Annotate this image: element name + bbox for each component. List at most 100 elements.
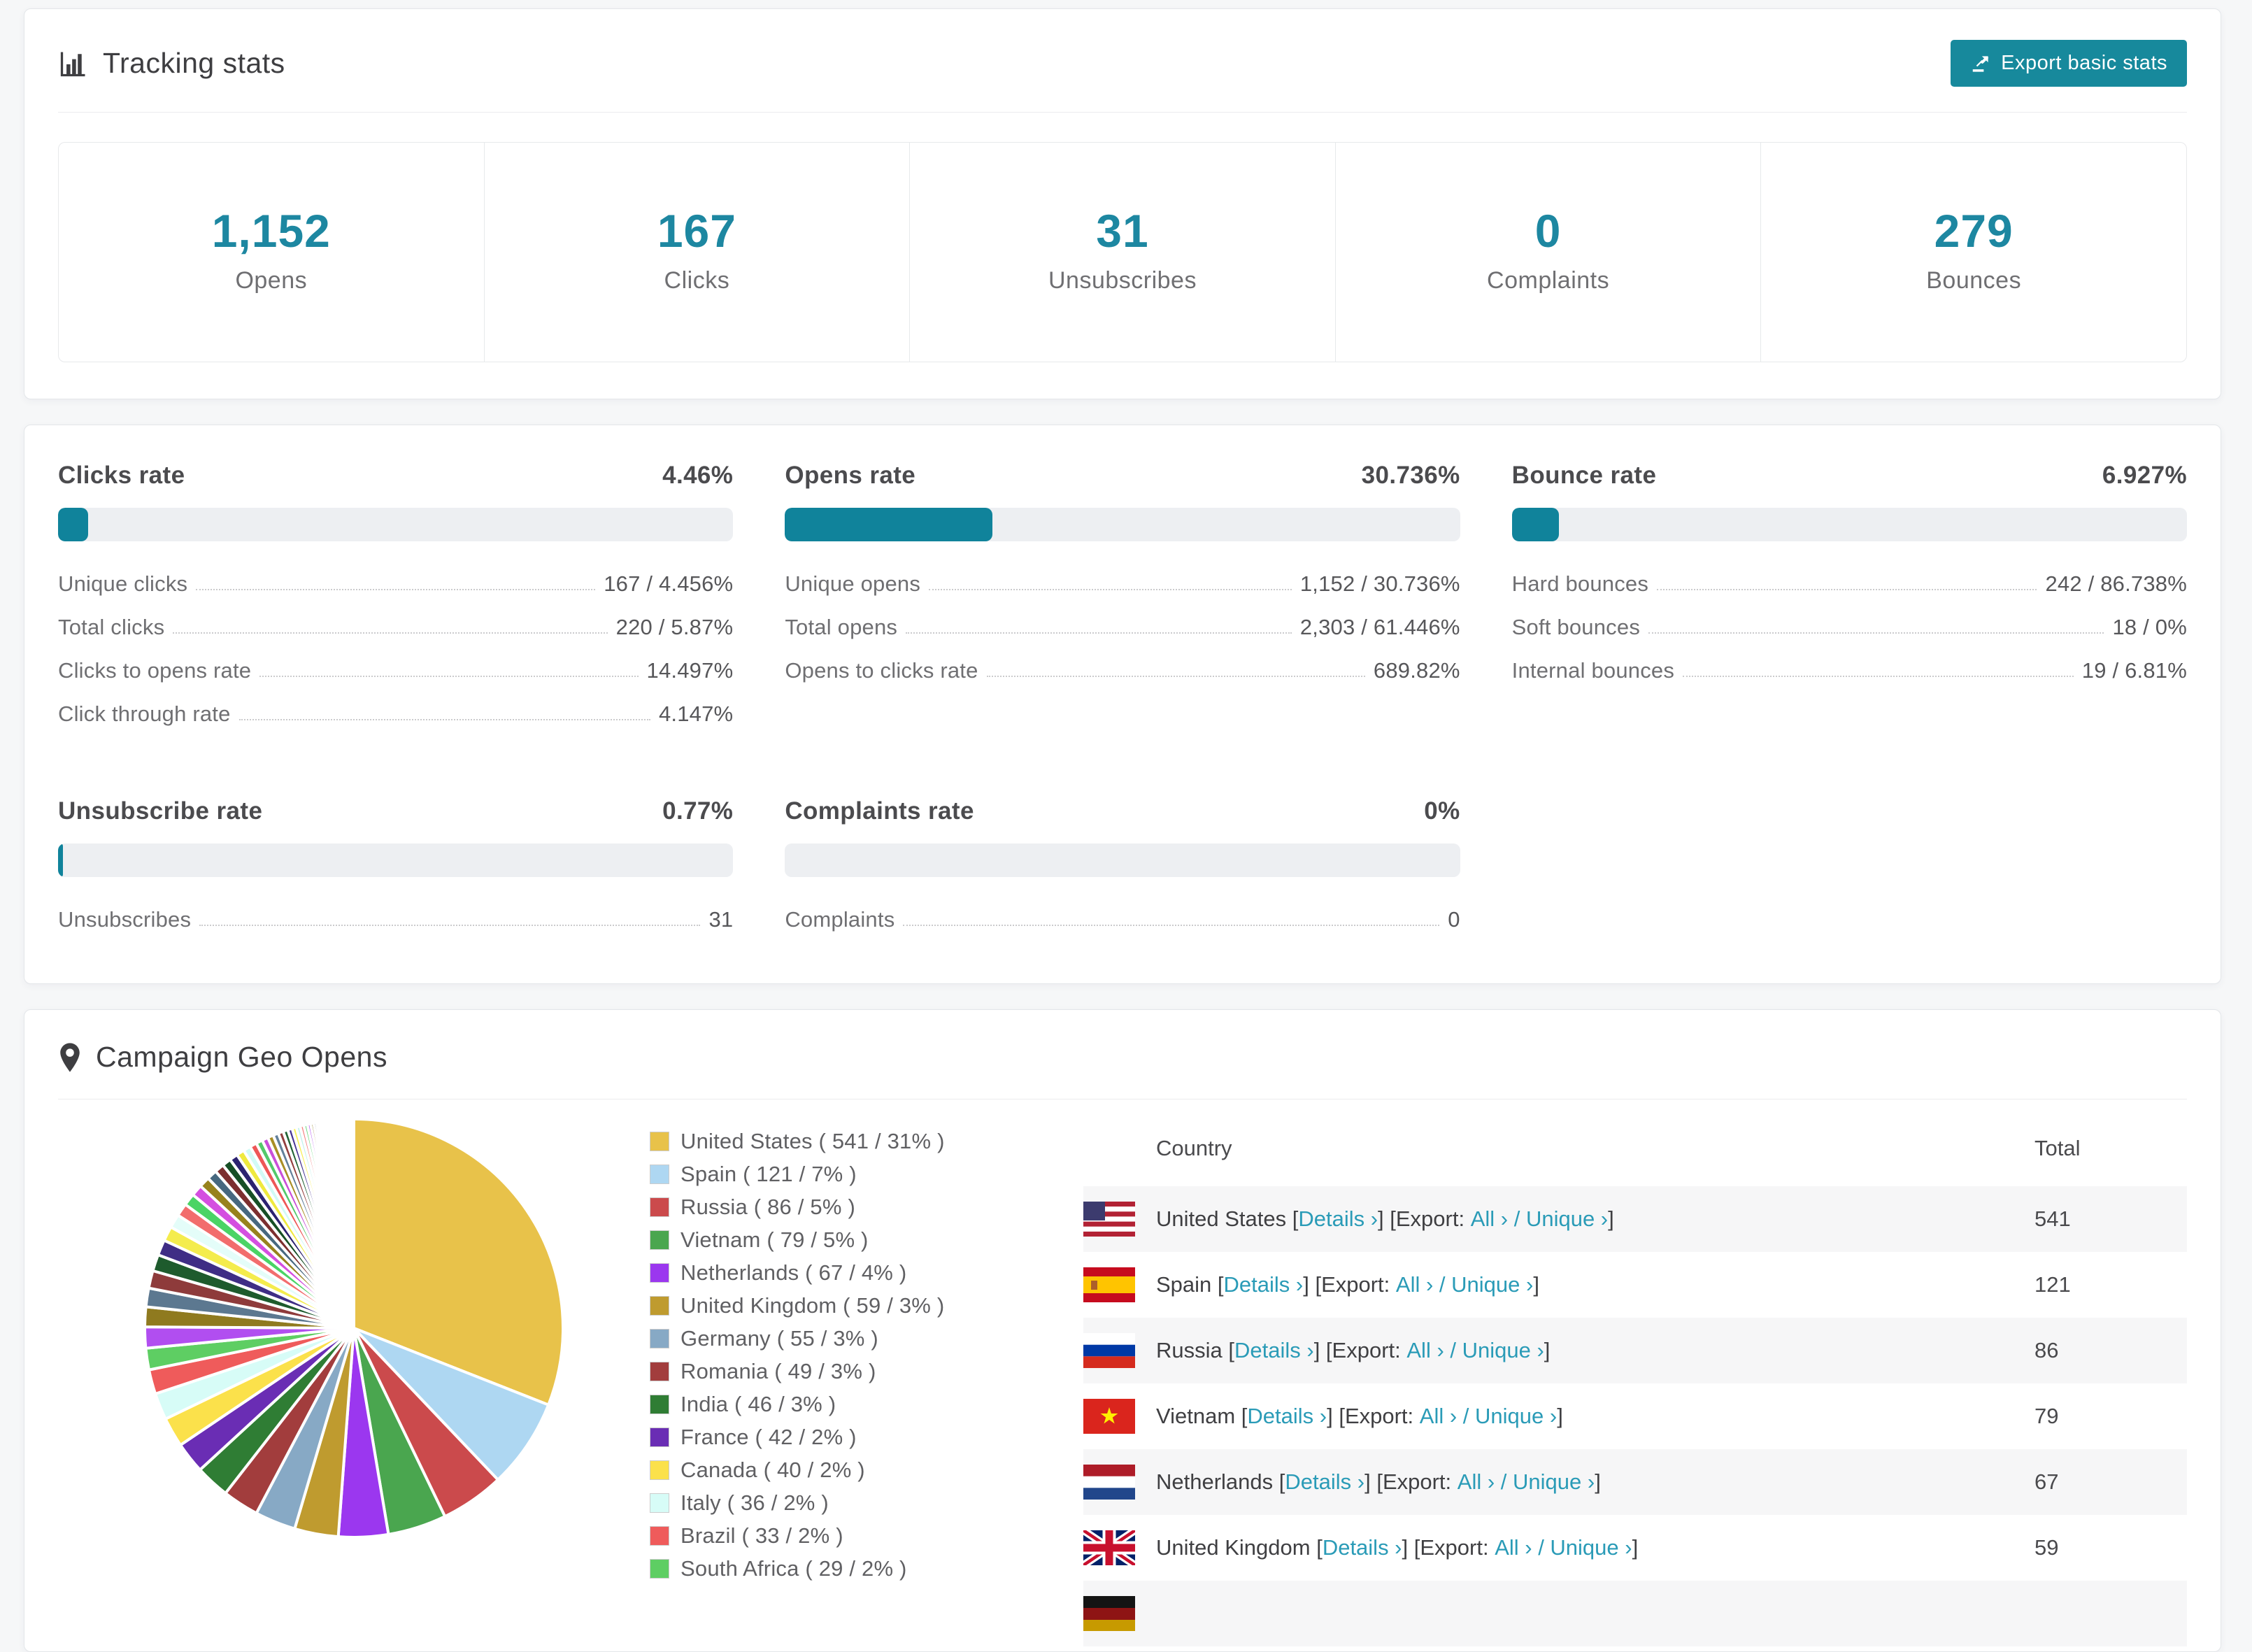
geo-export-all-link[interactable]: All › [1471, 1206, 1508, 1232]
legend-swatch [650, 1427, 669, 1447]
legend-item: Vietnam ( 79 / 5% ) [650, 1227, 1083, 1253]
geo-country-cell: United States [Details ›] [Export: All ›… [1083, 1202, 2034, 1237]
rate-row-label: Unique opens [785, 571, 921, 596]
rate-row-value: 14.497% [646, 658, 734, 683]
rate-detail-row: Unique clicks 167 / 4.456% [58, 562, 733, 606]
stat-value: 167 [657, 205, 736, 257]
geo-export-all-link[interactable]: All › [1458, 1469, 1495, 1495]
rate-detail-row: Opens to clicks rate 689.82% [785, 649, 1460, 692]
rate-detail-row: Clicks to opens rate 14.497% [58, 649, 733, 692]
rate-block-opens-rate: Opens rate 30.736% Unique opens 1,152 / 30.… [785, 462, 1460, 736]
geo-table-row: Russia [Details ›] [Export: All › / Uniq… [1083, 1318, 2187, 1383]
rate-block-header: Complaints rate 0% [785, 797, 1460, 825]
export-basic-stats-button[interactable]: Export basic stats [1951, 40, 2187, 87]
rate-detail-row: Unsubscribes 31 [58, 898, 733, 941]
vn-flag-icon [1083, 1399, 1135, 1434]
rate-row-value: 0 [1448, 907, 1460, 932]
geo-legend: United States ( 541 / 31% ) Spain ( 121 /… [650, 1129, 1083, 1589]
rate-progress-track [58, 843, 734, 877]
geo-details-link[interactable]: Details › [1224, 1272, 1304, 1297]
rate-row-label: Unsubscribes [58, 907, 192, 932]
rate-detail-row: Total clicks 220 / 5.87% [58, 606, 733, 649]
legend-swatch [650, 1460, 669, 1480]
geo-export-unique-link[interactable]: Unique › [1462, 1338, 1544, 1363]
rate-detail-row: Soft bounces 18 / 0% [1512, 606, 2187, 649]
dotted-leader [906, 632, 1292, 634]
rate-progress-fill [1511, 508, 1559, 541]
rate-detail-row: Total opens 2,303 / 61.446% [785, 606, 1460, 649]
geo-export-all-link[interactable]: All › [1495, 1535, 1532, 1560]
stat-card-bounces: 279 Bounces [1761, 143, 2186, 362]
rate-detail-row: Complaints 0 [785, 898, 1460, 941]
legend-swatch [650, 1132, 669, 1151]
geo-details-link[interactable]: Details › [1298, 1206, 1378, 1232]
geo-export-unique-link[interactable]: Unique › [1475, 1404, 1557, 1429]
campaign-geo-opens-panel: Campaign Geo Opens United States ( 541 /… [24, 1009, 2221, 1652]
rate-progress-fill [58, 508, 89, 541]
geo-table: Country Total United States [Details ›] … [1083, 1118, 2187, 1646]
rate-progress-fill [58, 843, 64, 877]
geo-export-all-link[interactable]: All › [1420, 1404, 1457, 1429]
bracket-text: ] [Export: [1303, 1272, 1396, 1297]
legend-label: Italy ( 36 / 2% ) [680, 1490, 829, 1515]
geo-export-all-link[interactable]: All › [1406, 1338, 1444, 1363]
legend-label: United Kingdom ( 59 / 3% ) [680, 1293, 945, 1318]
rate-detail-row: Click through rate 4.147% [58, 692, 733, 736]
stat-card-clicks: 167 Clicks [485, 143, 911, 362]
bracket-text: ] [Export: [1313, 1338, 1407, 1362]
geo-export-unique-link[interactable]: Unique › [1451, 1272, 1533, 1297]
rate-value: 0% [1424, 797, 1460, 825]
country-name: Netherlands [1156, 1469, 1279, 1494]
legend-swatch [650, 1296, 669, 1316]
legend-item: United Kingdom ( 59 / 3% ) [650, 1293, 1083, 1318]
rate-block-complaints-rate: Complaints rate 0% Complaints 0 [785, 797, 1460, 941]
geo-table-col-country: Country [1156, 1136, 1232, 1160]
rate-row-value: 4.147% [658, 702, 734, 726]
rate-block-header: Bounce rate 6.927% [1512, 462, 2187, 490]
bracket-text: ] [Export: [1327, 1404, 1420, 1428]
geo-table-row: United Kingdom [Details ›] [Export: All … [1083, 1515, 2187, 1581]
stat-label: Bounces [1926, 267, 2022, 294]
stat-card-opens: 1,152 Opens [59, 143, 485, 362]
rate-detail-rows: Complaints 0 [785, 898, 1460, 941]
es-flag-icon [1083, 1267, 1135, 1302]
rate-detail-rows: Unique clicks 167 / 4.456% Total clicks 220… [58, 562, 733, 736]
geo-export-all-link[interactable]: All › [1396, 1272, 1433, 1297]
rate-row-value: 167 / 4.456% [604, 571, 734, 596]
geo-total-cell: 59 [2034, 1535, 2059, 1560]
slash-separator: / [1532, 1535, 1551, 1560]
dotted-leader [986, 676, 1365, 677]
geo-details-link[interactable]: Details › [1285, 1469, 1364, 1495]
stat-label: Opens [235, 267, 308, 294]
bracket-text: ] [Export: [1402, 1535, 1495, 1560]
geo-export-unique-link[interactable]: Unique › [1526, 1206, 1608, 1232]
rate-row-value: 31 [708, 907, 734, 932]
rate-value: 30.736% [1361, 462, 1460, 489]
legend-swatch [650, 1329, 669, 1348]
rate-row-value: 19 / 6.81% [2081, 658, 2187, 683]
geo-details-link[interactable]: Details › [1234, 1338, 1314, 1363]
geo-export-unique-link[interactable]: Unique › [1550, 1535, 1632, 1560]
rate-detail-row: Hard bounces 242 / 86.738% [1512, 562, 2187, 606]
geo-title: Campaign Geo Opens [58, 1041, 387, 1074]
country-name: United States [1156, 1206, 1292, 1231]
geo-details-link[interactable]: Details › [1323, 1535, 1402, 1560]
geo-details-link[interactable]: Details › [1247, 1404, 1327, 1429]
rate-block-header: Opens rate 30.736% [785, 462, 1460, 490]
rate-block-bounce-rate: Bounce rate 6.927% Hard bounces 242 / 86.73… [1511, 462, 2187, 736]
slash-separator: / [1508, 1206, 1526, 1231]
dotted-leader [903, 925, 1440, 926]
geo-export-unique-link[interactable]: Unique › [1513, 1469, 1595, 1495]
rate-title: Opens rate [785, 462, 916, 489]
bracket-text: ] [1608, 1206, 1614, 1231]
stat-label: Clicks [664, 267, 730, 294]
geo-total-cell: 541 [2034, 1206, 2071, 1231]
legend-item: United States ( 541 / 31% ) [650, 1129, 1083, 1154]
rate-row-label: Click through rate [58, 702, 231, 726]
pie-slice [352, 1117, 355, 1329]
legend-label: France ( 42 / 2% ) [680, 1425, 857, 1449]
rate-row-label: Soft bounces [1511, 615, 1641, 639]
legend-item: India ( 46 / 3% ) [650, 1392, 1083, 1417]
dashboard-page: Tracking stats Export basic stats 1,152 O… [0, 0, 2252, 1652]
rate-value: 0.77% [662, 797, 734, 825]
